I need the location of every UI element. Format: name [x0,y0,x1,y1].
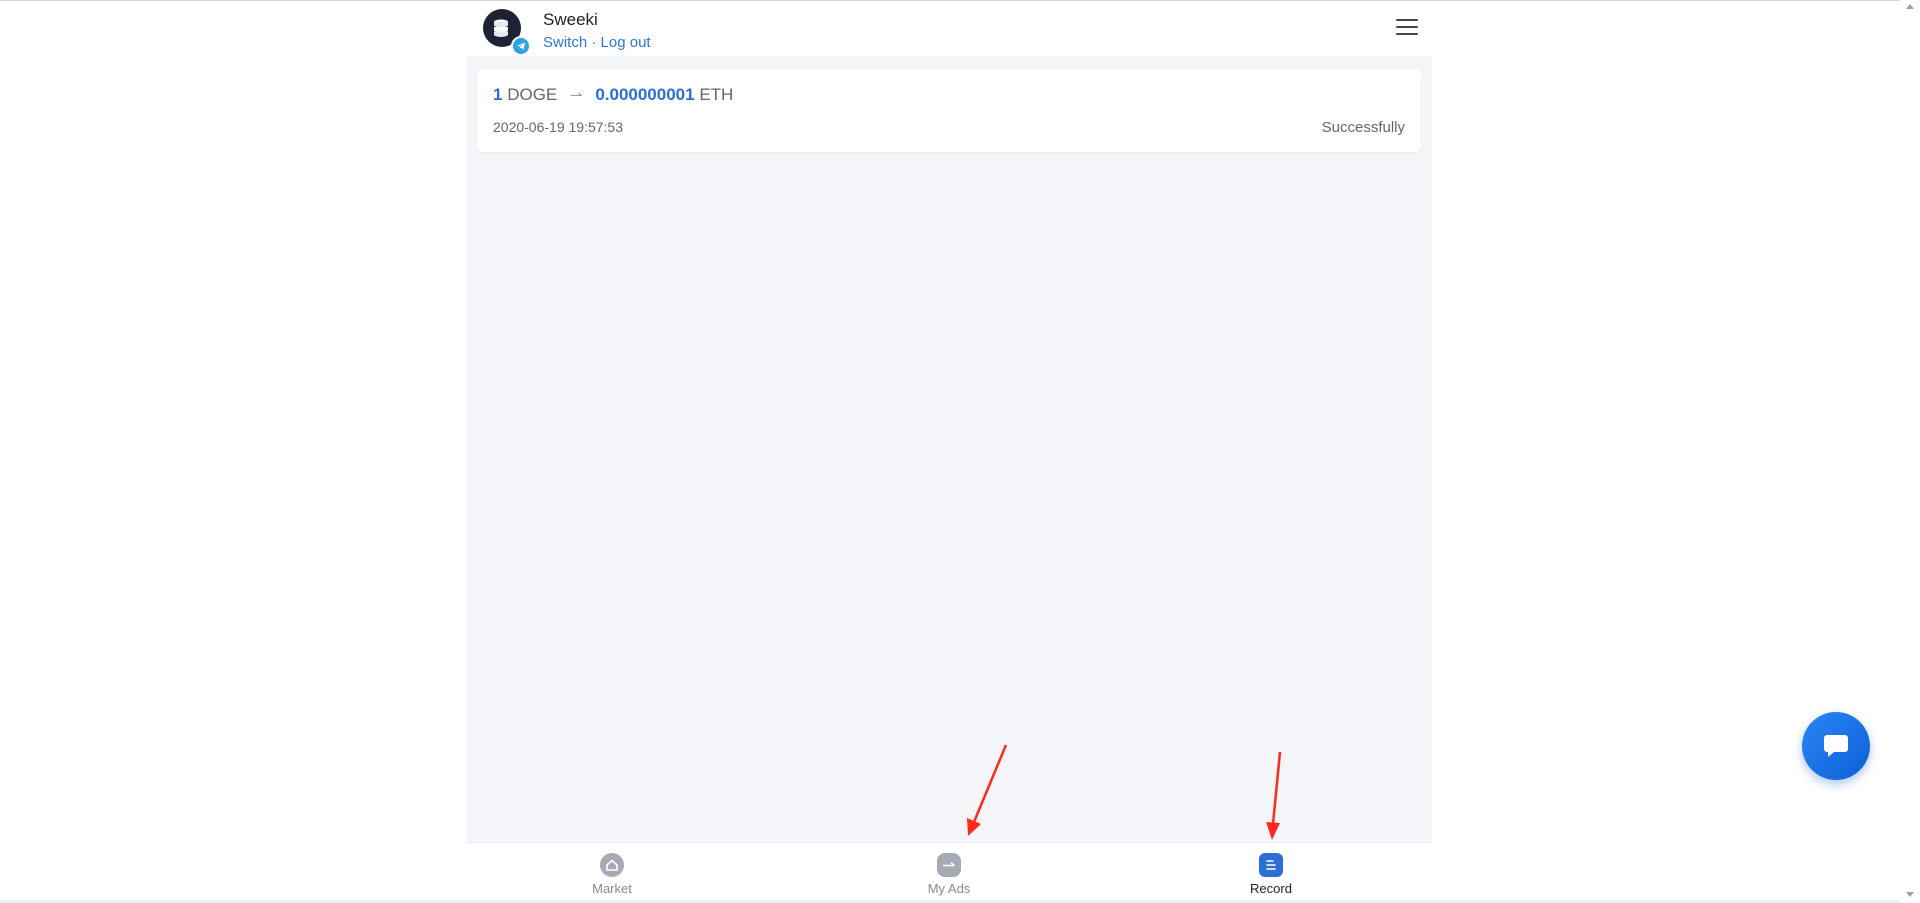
nav-item-my-ads[interactable]: My Ads [889,843,1009,902]
nav-label-market: Market [592,881,632,896]
record-status: Successfully [1321,119,1405,136]
chat-button[interactable] [1802,712,1870,780]
bottom-nav: Market My Ads Record [466,842,1432,902]
username: Sweeki [543,10,598,29]
exchange-arrow-icon: ⇀ [570,87,583,104]
app-container: Sweeki Switch · Log out 1 DOGE ⇀ 0.00000… [466,1,1432,902]
nav-label-my-ads: My Ads [927,881,971,896]
telegram-icon [517,42,525,50]
to-amount: 0.000000001 [595,85,695,104]
record-timestamp: 2020-06-19 19:57:53 [493,119,623,135]
account-links: Switch · Log out [543,34,651,51]
list-icon [1259,853,1283,877]
logout-link[interactable]: Log out [601,34,651,51]
chat-bubble-icon [1824,735,1848,757]
from-coin: DOGE [507,85,558,104]
home-icon [600,853,624,877]
hamburger-menu-icon[interactable] [1396,19,1418,37]
to-coin: ETH [699,85,734,104]
nav-label-record: Record [1250,881,1292,896]
coin-stack-icon [494,19,508,37]
page-scrollbar[interactable] [1900,0,1920,903]
avatar[interactable] [483,9,531,56]
account-header: Sweeki Switch · Log out [466,1,1432,56]
from-amount: 1 [493,85,503,104]
record-card[interactable]: 1 DOGE ⇀ 0.000000001 ETH 2020-06-19 19:5… [477,69,1421,152]
telegram-badge [511,36,531,56]
link-separator: · [587,34,601,51]
scroll-up-arrow-icon[interactable] [1906,4,1914,9]
nav-item-record[interactable]: Record [1211,843,1331,902]
switch-account-link[interactable]: Switch [543,34,587,51]
trade-pair: 1 DOGE ⇀ 0.000000001 ETH [493,85,733,105]
nav-item-market[interactable]: Market [552,843,672,902]
scroll-down-arrow-icon[interactable] [1906,892,1914,897]
swap-icon [937,853,961,877]
